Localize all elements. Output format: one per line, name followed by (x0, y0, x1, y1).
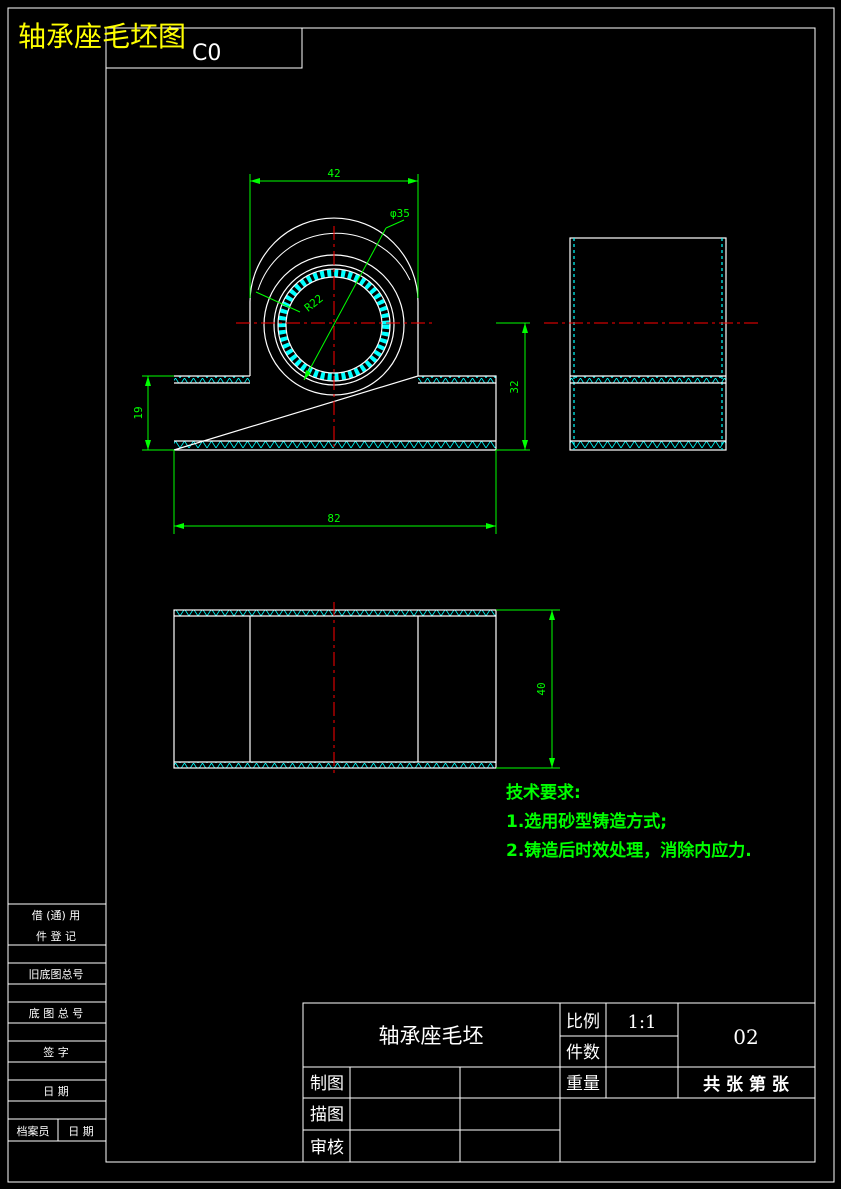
sheets-text: 共 张 第 张 (703, 1074, 790, 1095)
part-name: 轴承座毛坯 (379, 1024, 484, 1048)
weight-label: 重量 (566, 1074, 600, 1094)
dim-outer-dia: φ35 (390, 207, 410, 220)
strip-row6-b: 日 期 (68, 1125, 94, 1138)
dim-base-height: 19 (132, 406, 145, 419)
drawing-number: 02 (733, 1025, 758, 1049)
traced-label: 描图 (310, 1105, 344, 1125)
tech-heading: 技术要求: (506, 782, 581, 803)
scale-label: 比例 (566, 1012, 600, 1032)
strip-row6-a: 档案员 (17, 1124, 50, 1138)
dim-base-width: 82 (327, 512, 340, 525)
sheet-frame (7, 7, 835, 1183)
checked-label: 审核 (310, 1138, 344, 1158)
engineering-drawing: 轴承座毛坯图 C0 42 φ35 R22 32 19 82 40 技术要求: 1… (7, 7, 835, 1183)
code-box-text: C0 (192, 41, 221, 66)
scale-value: 1:1 (628, 1012, 657, 1033)
strip-row4: 签 字 (43, 1045, 69, 1059)
tech-item-1: 1.选用砂型铸造方式; (506, 811, 667, 832)
strip-row1-line1: 借 (通) 用 (32, 909, 81, 922)
strip-row5: 日 期 (43, 1085, 69, 1098)
side-view (544, 237, 758, 451)
drawn-label: 制图 (310, 1074, 344, 1094)
dim-top-width: 42 (327, 167, 340, 180)
strip-row2: 旧底图总号 (29, 967, 84, 981)
strip-row1-line2: 件 登 记 (36, 929, 76, 943)
quantity-label: 件数 (566, 1043, 600, 1063)
page-title: 轴承座毛坯图 (18, 20, 186, 53)
strip-row3: 底 图 总 号 (29, 1006, 84, 1020)
dim-depth: 40 (535, 682, 548, 695)
front-view (142, 174, 530, 534)
top-view (173, 602, 560, 776)
dim-inner-radius: R22 (302, 292, 326, 314)
tech-item-2: 2.铸造后时效处理，消除内应力. (506, 840, 752, 861)
dim-height-total: 32 (508, 380, 521, 393)
